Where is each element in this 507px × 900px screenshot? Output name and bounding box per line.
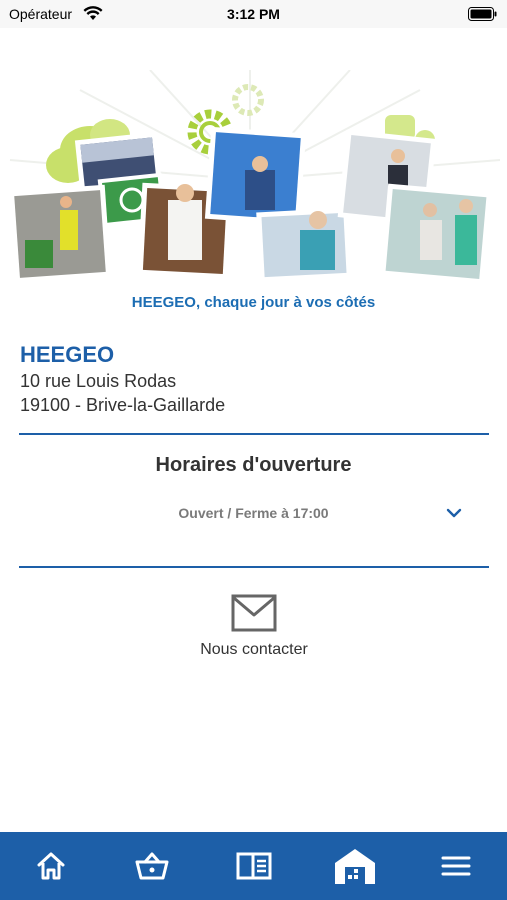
store-address-line1: 10 rue Louis Rodas	[20, 371, 177, 391]
banner-tagline: HEEGEO, chaque jour à vos côtés	[131, 294, 376, 311]
tab-catalog[interactable]	[203, 832, 304, 900]
tab-menu[interactable]	[406, 832, 507, 900]
battery-icon	[468, 7, 497, 21]
opening-hours-title: Horaires d'ouverture	[155, 454, 352, 476]
divider	[19, 433, 489, 435]
status-time: 3:12 PM	[227, 6, 280, 22]
home-icon	[37, 852, 65, 880]
banner: HEEGEO, chaque jour à vos côtés	[0, 69, 507, 320]
contact-label: Nous contacter	[200, 641, 308, 658]
catalog-icon	[236, 852, 272, 880]
store-address-line2: 19100 - Brive-la-Gaillarde	[20, 395, 226, 415]
opening-hours-status[interactable]: Ouvert / Ferme à 17:00	[0, 505, 507, 521]
mail-icon	[231, 594, 277, 632]
tab-bar	[0, 832, 507, 900]
status-bar: Opérateur 3:12 PM	[0, 0, 507, 28]
store-name: HEEGEO	[20, 342, 115, 367]
store-icon	[334, 849, 375, 884]
basket-icon	[135, 852, 169, 880]
tab-basket[interactable]	[101, 832, 202, 900]
chevron-down-icon[interactable]	[445, 506, 463, 520]
tab-store[interactable]	[304, 832, 405, 900]
divider	[19, 566, 489, 568]
banner-collage-image	[8, 69, 501, 285]
contact-button[interactable]: Nous contacter	[173, 590, 335, 665]
tab-home[interactable]	[0, 832, 101, 900]
menu-icon	[441, 856, 471, 876]
